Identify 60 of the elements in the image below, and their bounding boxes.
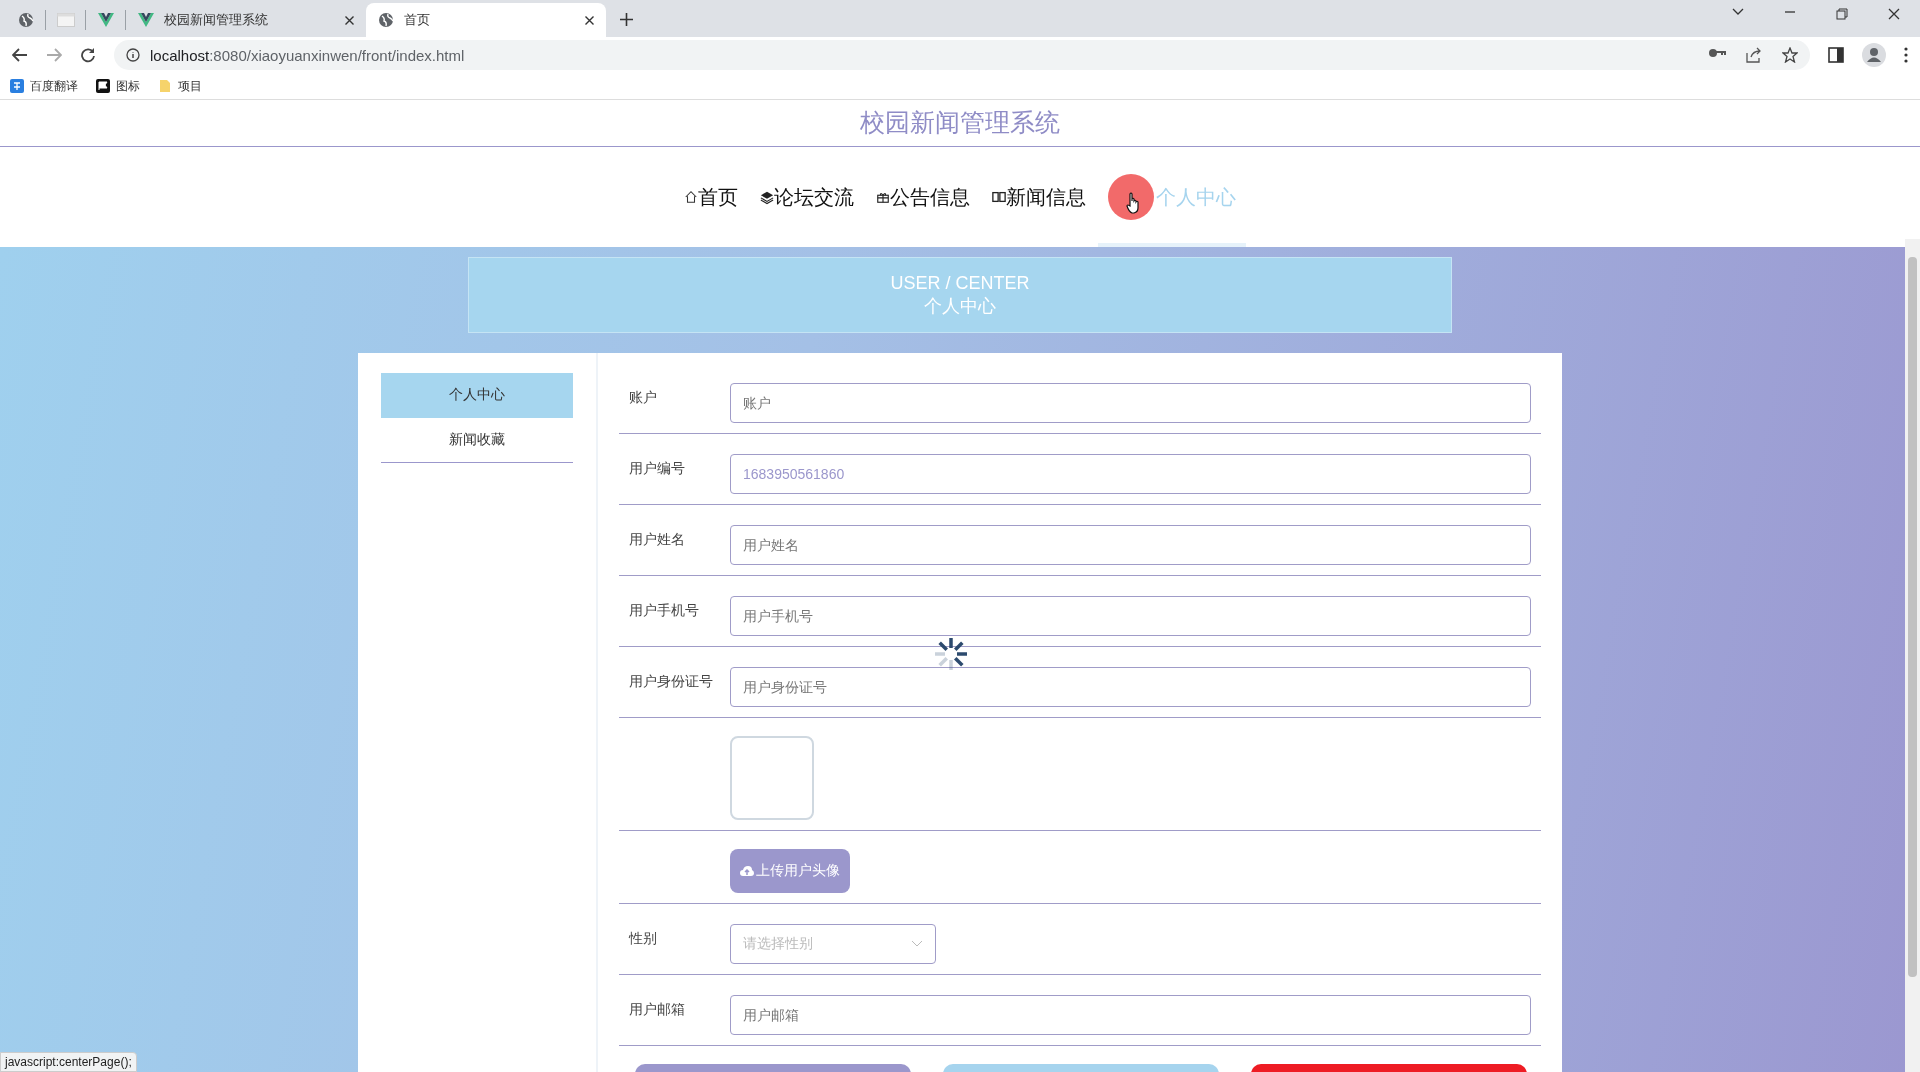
new-tab-icon[interactable]	[620, 13, 633, 26]
nav-link[interactable]: 首页	[674, 147, 748, 247]
v-logo-icon	[97, 13, 114, 27]
menu-icon[interactable]	[1904, 47, 1908, 63]
flag-icon	[96, 79, 110, 93]
side-panel-icon[interactable]	[1828, 47, 1844, 63]
browser-tab[interactable]: 校园新闻管理系统	[126, 3, 366, 37]
banner-title: USER / CENTER	[890, 272, 1030, 294]
scrollbar[interactable]	[1905, 239, 1920, 1072]
close-icon[interactable]	[345, 15, 354, 25]
text-field[interactable]: 用户身份证号	[730, 667, 1531, 707]
bookmark[interactable]: 百度翻译	[10, 77, 78, 95]
field-label: 用户邮箱	[628, 1000, 686, 1019]
chevron-down-icon	[911, 940, 923, 948]
home-icon	[684, 189, 698, 205]
hand-cursor-icon	[1126, 192, 1142, 214]
key-icon[interactable]	[1708, 47, 1726, 59]
field-label: 账户	[628, 388, 658, 407]
reload-icon[interactable]	[80, 47, 96, 63]
status-bar: javascript:centerPage();	[0, 1052, 137, 1072]
back-icon[interactable]	[12, 48, 28, 62]
globe-icon	[17, 12, 34, 28]
close-icon[interactable]	[585, 15, 594, 25]
text-field[interactable]: 用户邮箱	[730, 995, 1531, 1035]
site-title: 校园新闻管理系统	[0, 100, 1920, 147]
restore-icon[interactable]	[1836, 7, 1848, 20]
columns-icon	[992, 189, 1006, 205]
sidebar-item[interactable]: 新闻收藏	[381, 418, 573, 463]
field-label: 用户编号	[628, 459, 686, 478]
translate-icon	[10, 79, 24, 93]
click-highlight	[1108, 174, 1154, 220]
field-label: 用户身份证号	[628, 672, 714, 691]
nav-link[interactable]: 论坛交流	[750, 147, 864, 247]
text-field[interactable]: 用户姓名	[730, 525, 1531, 565]
folder-icon	[158, 79, 172, 93]
v-logo-icon	[138, 13, 154, 27]
text-field[interactable]: 账户	[730, 383, 1531, 423]
field-label: 用户姓名	[628, 530, 686, 549]
globe-icon	[378, 12, 394, 28]
close-icon[interactable]	[1888, 7, 1900, 20]
sidebar-item[interactable]: 个人中心	[381, 373, 573, 418]
share-icon[interactable]	[1746, 47, 1762, 63]
loading-spinner-icon	[933, 636, 969, 672]
banner-subtitle: 个人中心	[924, 294, 996, 318]
chevron-down-icon[interactable]	[1732, 7, 1744, 16]
star-icon[interactable]	[1782, 47, 1798, 63]
address-bar[interactable]: localhost:8080/xiaoyuanxinwen/front/index.html	[114, 40, 1810, 70]
info-icon	[126, 48, 140, 62]
field-label: 用户手机号	[628, 601, 700, 620]
text-field[interactable]: 用户手机号	[730, 596, 1531, 636]
field-label: 性别	[627, 929, 658, 948]
bookmark[interactable]: 图标	[96, 77, 140, 95]
profile-icon[interactable]	[1862, 43, 1886, 67]
bookmark[interactable]: 项目	[158, 77, 202, 95]
nav-link[interactable]: 公告信息	[866, 147, 980, 247]
cloud-upload-icon	[740, 865, 754, 877]
browser-tab[interactable]: 首页	[366, 3, 606, 37]
page-icon	[56, 13, 75, 27]
book-stack-icon	[760, 189, 774, 205]
nav-link[interactable]: 新闻信息	[982, 147, 1096, 247]
